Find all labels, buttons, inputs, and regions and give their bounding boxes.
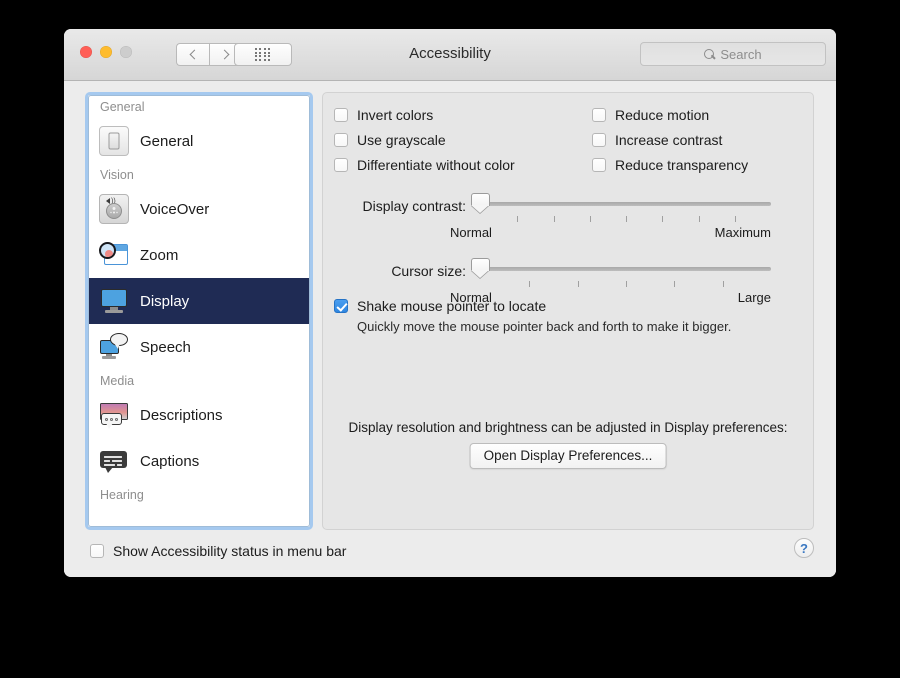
sidebar-item-captions[interactable]: Captions	[89, 438, 309, 484]
checkbox-box[interactable]	[334, 299, 348, 313]
checkbox-label: Invert colors	[357, 107, 434, 123]
slider-max-label: Maximum	[714, 225, 771, 240]
slider-label: Cursor size:	[391, 263, 466, 279]
sidebar-group-general: General	[100, 100, 145, 114]
shake-description: Quickly move the mouse pointer back and …	[357, 319, 732, 334]
slider-tick	[662, 216, 664, 222]
sidebar-item-label: Zoom	[140, 246, 179, 264]
checkbox-label: Reduce motion	[615, 107, 710, 123]
slider-tick	[626, 281, 627, 287]
accessibility-feature-list[interactable]: General General Vision )) VoiceOver Zoom…	[88, 95, 310, 527]
slider-tick	[529, 281, 531, 287]
zoom-magnifier-icon	[99, 240, 129, 270]
checkbox-reduce-motion[interactable]: Reduce motion	[592, 107, 748, 123]
slider-label: Display contrast:	[362, 198, 466, 214]
sidebar-item-label: Descriptions	[140, 406, 223, 424]
search-placeholder: Search	[720, 46, 762, 62]
slider-track[interactable]	[481, 267, 771, 271]
sidebar-item-label: VoiceOver	[140, 200, 210, 218]
vision-checkbox-column-right: Reduce motion Increase contrast Reduce t…	[592, 107, 748, 173]
vision-checkbox-column-left: Invert colors Use grayscale Differentiat…	[334, 107, 515, 173]
sidebar-item-zoom[interactable]: Zoom	[89, 232, 309, 278]
sidebar-item-label: Display	[140, 292, 190, 310]
checkbox-box[interactable]	[592, 133, 606, 147]
slider-tick	[517, 216, 519, 222]
slider-min-label: Normal	[450, 225, 492, 240]
slider-thumb[interactable]	[471, 258, 490, 278]
display-settings-panel: Invert colors Use grayscale Differentiat…	[322, 92, 814, 530]
checkbox-increase-contrast[interactable]: Increase contrast	[592, 132, 748, 148]
sidebar-item-speech[interactable]: Speech	[89, 324, 309, 370]
checkbox-box[interactable]	[592, 108, 606, 122]
checkbox-box[interactable]	[592, 158, 606, 172]
checkbox-use-grayscale[interactable]: Use grayscale	[334, 132, 515, 148]
checkbox-show-accessibility-status[interactable]: Show Accessibility status in menu bar	[90, 543, 346, 559]
checkbox-box[interactable]	[334, 108, 348, 122]
slider-tick	[722, 281, 724, 287]
slider-tick	[589, 216, 591, 222]
slider-track[interactable]	[481, 202, 771, 206]
sidebar-item-display[interactable]: Display	[89, 278, 309, 324]
search-input[interactable]: Search	[640, 42, 826, 66]
sidebar-group-hearing: Hearing	[100, 488, 144, 502]
sidebar-item-voiceover[interactable]: )) VoiceOver	[89, 186, 309, 232]
checkbox-differentiate-without-color[interactable]: Differentiate without color	[334, 157, 515, 173]
checkbox-label: Increase contrast	[615, 132, 723, 148]
slider-tick	[577, 281, 579, 287]
slider-tick	[698, 216, 700, 222]
sidebar-group-media: Media	[100, 374, 135, 388]
help-button[interactable]: ?	[794, 538, 814, 558]
slider-tick	[553, 216, 555, 222]
search-icon	[704, 48, 715, 60]
checkbox-invert-colors[interactable]: Invert colors	[334, 107, 515, 123]
slider-tick	[734, 216, 736, 222]
display-monitor-icon	[99, 286, 129, 316]
checkbox-label: Show Accessibility status in menu bar	[113, 543, 347, 559]
checkbox-box[interactable]	[334, 133, 348, 147]
window-body: General General Vision )) VoiceOver Zoom…	[64, 81, 836, 577]
sidebar-item-label: Captions	[140, 452, 200, 470]
sidebar-item-descriptions[interactable]: Descriptions	[89, 392, 309, 438]
voiceover-icon: ))	[99, 194, 129, 224]
slider-ticks	[481, 281, 771, 288]
sidebar-group-vision: Vision	[100, 168, 134, 182]
checkbox-label: Use grayscale	[357, 132, 446, 148]
checkbox-shake-mouse-pointer[interactable]: Shake mouse pointer to locate	[334, 298, 546, 314]
checkbox-label: Reduce transparency	[615, 157, 749, 173]
window-titlebar: Accessibility Search	[64, 29, 836, 81]
checkbox-label: Shake mouse pointer to locate	[357, 298, 547, 314]
general-device-icon	[99, 126, 129, 156]
display-preferences-note: Display resolution and brightness can be…	[348, 420, 788, 435]
sidebar-item-general[interactable]: General	[89, 118, 309, 164]
slider-thumb[interactable]	[471, 193, 490, 213]
slider-ticks	[481, 216, 771, 223]
open-display-preferences-button[interactable]: Open Display Preferences...	[469, 443, 667, 469]
checkbox-label: Differentiate without color	[357, 157, 515, 173]
checkbox-box[interactable]	[334, 158, 348, 172]
sidebar-item-label: General	[140, 132, 194, 150]
slider-max-label: Large	[737, 290, 771, 305]
slider-tick	[674, 281, 676, 287]
descriptions-icon	[99, 400, 129, 430]
speech-bubble-icon	[99, 332, 129, 362]
checkbox-box[interactable]	[90, 544, 104, 558]
sidebar-item-label: Speech	[140, 338, 191, 356]
preferences-window: Accessibility Search General General Vis…	[64, 29, 836, 577]
slider-tick	[626, 216, 627, 222]
captions-icon	[99, 446, 129, 476]
checkbox-reduce-transparency[interactable]: Reduce transparency	[592, 157, 748, 173]
sidebar-focus-ring: General General Vision )) VoiceOver Zoom…	[85, 92, 313, 530]
